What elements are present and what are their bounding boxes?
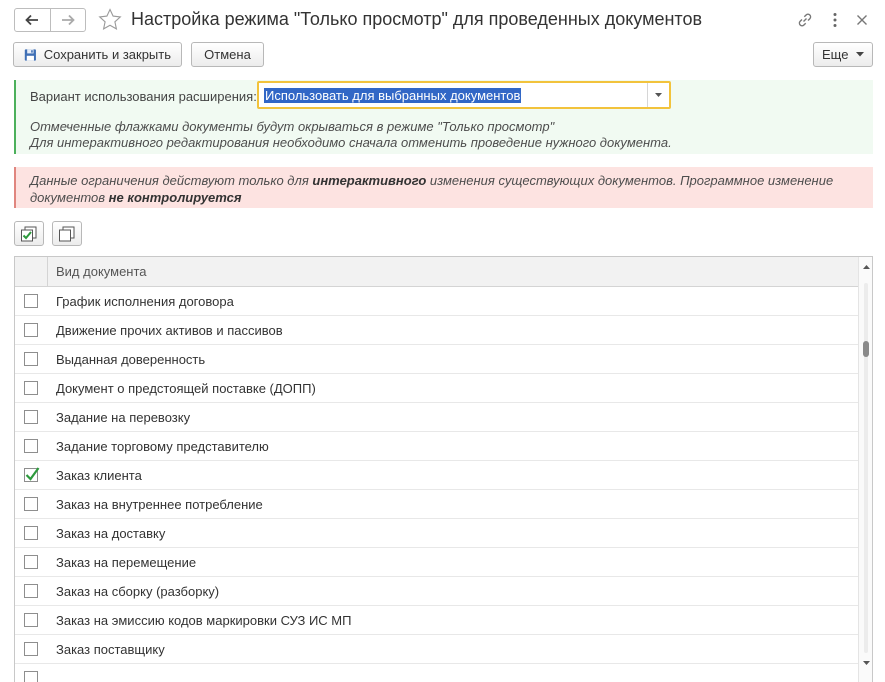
row-label: Заказ на перемещение: [56, 555, 197, 570]
table-row[interactable]: Заказ клиента: [15, 461, 858, 490]
checkbox-column-header[interactable]: [15, 257, 48, 286]
back-button[interactable]: [15, 9, 50, 31]
row-label: Движение прочих активов и пассивов: [56, 323, 283, 338]
more-vertical-icon: [833, 13, 837, 27]
title-bar: Настройка режима "Только просмотр" для п…: [0, 0, 885, 40]
row-label: Документ о предстоящей поставке (ДОПП): [56, 381, 316, 396]
row-checkbox[interactable]: [24, 381, 38, 395]
vertical-scrollbar[interactable]: [858, 257, 872, 682]
table-row[interactable]: График исполнения договора: [15, 287, 858, 316]
table-row[interactable]: Заказ поставщику: [15, 635, 858, 664]
row-label: Заказ поставщику: [56, 642, 165, 657]
link-icon: [798, 13, 812, 27]
select-dropdown-button[interactable]: [647, 83, 669, 107]
table-row[interactable]: [15, 664, 858, 682]
row-checkbox[interactable]: [24, 497, 38, 511]
uncheck-all-icon: [59, 226, 75, 241]
warning-emphasis: интерактивного: [312, 173, 427, 188]
table-row[interactable]: Заказ на доставку: [15, 519, 858, 548]
triangle-down-icon: [862, 661, 870, 665]
scrollbar-thumb[interactable]: [863, 341, 869, 357]
scroll-down-button[interactable]: [859, 657, 872, 669]
row-label: Задание торговому представителю: [56, 439, 269, 454]
table-row[interactable]: Задание торговому представителю: [15, 432, 858, 461]
warning-message: Данные ограничения действуют только для …: [14, 167, 873, 208]
row-checkbox[interactable]: [24, 642, 38, 656]
row-label: Заказ клиента: [56, 468, 142, 483]
table-row[interactable]: Документ о предстоящей поставке (ДОПП): [15, 374, 858, 403]
variant-select[interactable]: Использовать для выбранных документов: [257, 81, 671, 109]
check-all-icon: [21, 226, 37, 241]
scroll-up-button[interactable]: [859, 261, 872, 273]
arrow-left-icon: [25, 14, 39, 26]
cancel-label: Отмена: [204, 47, 251, 62]
warning-text: документов: [30, 190, 109, 205]
cancel-button[interactable]: Отмена: [191, 42, 264, 67]
warning-text: Данные ограничения действуют только для: [30, 173, 313, 188]
table-body: График исполнения договора Движение прочи…: [15, 287, 858, 682]
close-button[interactable]: [852, 10, 872, 30]
scrollbar-track[interactable]: [864, 283, 868, 653]
row-checkbox[interactable]: [24, 323, 38, 337]
row-checkbox[interactable]: [24, 555, 38, 569]
row-checkbox[interactable]: [24, 294, 38, 308]
save-and-close-label: Сохранить и закрыть: [43, 47, 171, 62]
column-header-document-type[interactable]: Вид документа: [56, 264, 147, 279]
arrow-right-icon: [61, 14, 75, 26]
floppy-disk-icon: [24, 48, 36, 61]
checkmark-icon: [25, 467, 40, 481]
table-row[interactable]: Движение прочих активов и пассивов: [15, 316, 858, 345]
chevron-down-icon: [856, 52, 864, 57]
navigation-buttons: [14, 8, 86, 32]
row-checkbox[interactable]: [24, 526, 38, 540]
row-checkbox[interactable]: [24, 584, 38, 598]
forward-button[interactable]: [49, 9, 85, 31]
settings-panel: Вариант использования расширения: Исполь…: [14, 80, 873, 154]
row-label: Заказ на доставку: [56, 526, 166, 541]
variant-selected-value: Использовать для выбранных документов: [264, 88, 522, 103]
warning-line-2: документов не контролируется: [30, 189, 873, 206]
favorite-button[interactable]: [97, 7, 123, 33]
row-checkbox[interactable]: [24, 352, 38, 366]
table-row[interactable]: Заказ на эмиссию кодов маркировки СУЗ ИС…: [15, 606, 858, 635]
row-checkbox[interactable]: [24, 439, 38, 453]
more-label: Еще: [822, 47, 849, 62]
triangle-up-icon: [862, 265, 870, 269]
more-actions-button[interactable]: [825, 10, 845, 30]
row-checkbox[interactable]: [24, 467, 40, 482]
check-all-button[interactable]: [14, 221, 44, 246]
uncheck-all-button[interactable]: [52, 221, 82, 246]
table-row[interactable]: Заказ на сборку (разборку): [15, 577, 858, 606]
warning-line-1: Данные ограничения действуют только для …: [30, 172, 873, 189]
row-label: Заказ на эмиссию кодов маркировки СУЗ ИС…: [56, 613, 352, 628]
row-label: Заказ на сборку (разборку): [56, 584, 220, 599]
star-icon: [98, 8, 122, 30]
chevron-down-icon: [655, 93, 662, 97]
row-label: Заказ на внутреннее потребление: [56, 497, 263, 512]
row-label: Выданная доверенность: [56, 352, 206, 367]
table-row[interactable]: Заказ на внутреннее потребление: [15, 490, 858, 519]
table-row[interactable]: Задание на перевозку: [15, 403, 858, 432]
note-line-1: Отмеченные флажками документы будут окры…: [30, 119, 555, 134]
row-label: График исполнения договора: [56, 294, 234, 309]
warning-emphasis: не контролируется: [108, 190, 242, 205]
warning-text: изменения существующих документов. Прогр…: [426, 173, 834, 188]
row-label: Задание на перевозку: [56, 410, 191, 425]
window-title: Настройка режима "Только просмотр" для п…: [131, 9, 703, 29]
close-icon: [857, 15, 867, 25]
more-menu-button[interactable]: Еще: [813, 42, 873, 67]
document-types-table: Вид документа График исполнения договора…: [14, 256, 873, 682]
link-button[interactable]: [795, 10, 815, 30]
save-and-close-button[interactable]: Сохранить и закрыть: [13, 42, 182, 67]
table-row[interactable]: Заказ на перемещение: [15, 548, 858, 577]
table-row[interactable]: Выданная доверенность: [15, 345, 858, 374]
variant-label: Вариант использования расширения:: [30, 89, 257, 104]
row-checkbox[interactable]: [24, 613, 38, 627]
table-header: Вид документа: [15, 257, 858, 287]
row-checkbox[interactable]: [24, 410, 38, 424]
note-line-2: Для интерактивного редактирования необхо…: [30, 135, 672, 150]
row-checkbox[interactable]: [24, 671, 38, 682]
